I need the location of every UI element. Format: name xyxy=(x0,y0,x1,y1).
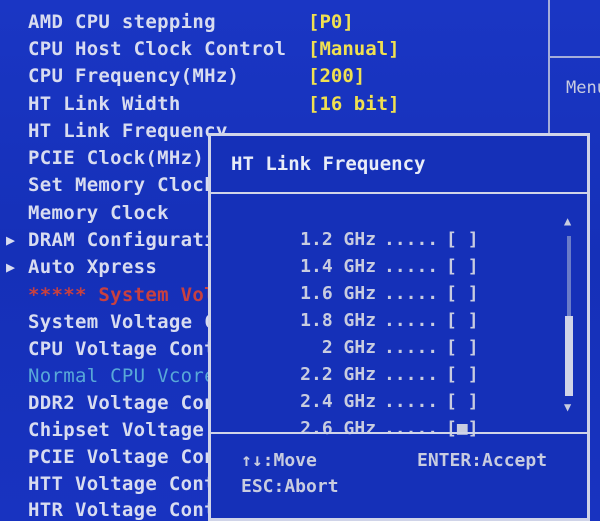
menu-item-set-memory-clock[interactable]: Set Memory Clock xyxy=(28,174,216,196)
menu-item-label: DRAM Configuratio xyxy=(28,229,228,251)
menu-item-htt-voltage-control[interactable]: HTT Voltage Contr xyxy=(28,473,228,495)
menu-item-auto-xpress[interactable]: ▶ Auto Xpress xyxy=(6,256,158,278)
menu-item-label: CPU Voltage Contr xyxy=(28,338,228,360)
popup-scrollbar[interactable]: ▲ ▼ xyxy=(561,214,579,414)
menu-item-label: HTT Voltage Contr xyxy=(28,473,228,495)
menu-item-label: HT Link Frequency xyxy=(28,120,228,142)
menu-item-cpu-voltage-control[interactable]: CPU Voltage Contr xyxy=(28,338,228,360)
menu-item-cpu-frequency[interactable]: CPU Frequency(MHz) xyxy=(28,65,239,87)
section-header-label: ***** System Volt xyxy=(28,284,228,306)
value-cpu-host-clock-control[interactable]: [Manual] xyxy=(308,38,400,60)
menu-item-cpu-host-clock-control[interactable]: CPU Host Clock Control xyxy=(28,38,286,60)
popup-title-separator xyxy=(211,192,587,194)
ht-link-frequency-popup: HT Link Frequency 1.2 GHz.....[ ] 1.4 GH… xyxy=(208,133,590,521)
menu-item-label: PCIE Voltage Cont xyxy=(28,446,228,468)
menu-item-label: Memory Clock xyxy=(28,202,169,224)
menu-item-chipset-voltage-control[interactable]: Chipset Voltage C xyxy=(28,419,228,441)
submenu-arrow-icon: ▶ xyxy=(6,231,16,249)
menu-item-label: AMD CPU stepping xyxy=(28,11,216,33)
menu-item-label: Chipset Voltage C xyxy=(28,419,228,441)
menu-item-dram-configuration[interactable]: ▶ DRAM Configuratio xyxy=(6,229,228,251)
menu-item-pcie-clock[interactable]: PCIE Clock(MHz) xyxy=(28,147,204,169)
menu-item-label: Set Memory Clock xyxy=(28,174,216,196)
menu-item-htr-voltage-control[interactable]: HTR Voltage Contr xyxy=(28,499,228,521)
hint-accept: ENTER:Accept xyxy=(417,450,548,471)
menu-item-label: PCIE Clock(MHz) xyxy=(28,147,205,169)
section-header-system-voltage: ***** System Volt xyxy=(28,284,228,306)
menu-item-label: HTR Voltage Contr xyxy=(28,499,228,521)
scroll-thumb[interactable] xyxy=(565,316,573,396)
value-ht-link-width[interactable]: [16 bit] xyxy=(308,93,400,115)
menu-item-label: CPU Host Clock Control xyxy=(28,38,287,60)
option-checkbox-selected[interactable]: [■] xyxy=(446,418,479,440)
menu-item-label: DDR2 Voltage Cont xyxy=(28,392,228,414)
menu-item-system-voltage-control[interactable]: System Voltage Co xyxy=(28,311,228,333)
help-panel-separator xyxy=(550,56,600,58)
menu-item-label: Auto Xpress xyxy=(28,256,158,278)
menu-item-normal-cpu-vcore: Normal CPU Vcore xyxy=(28,365,216,387)
menu-item-memory-clock[interactable]: Memory Clock xyxy=(28,202,169,224)
menu-item-amd-cpu-stepping[interactable]: AMD CPU stepping xyxy=(28,11,216,33)
submenu-arrow-icon: ▶ xyxy=(6,258,16,276)
menu-item-label: HT Link Width xyxy=(28,93,181,115)
popup-title: HT Link Frequency xyxy=(231,153,426,175)
menu-item-label: CPU Frequency(MHz) xyxy=(28,65,240,87)
option-frequency: 2.6 GHz xyxy=(300,418,377,439)
bios-screen: AMD CPU stepping [P0] CPU Host Clock Con… xyxy=(0,0,600,521)
scroll-down-arrow-icon[interactable]: ▼ xyxy=(564,400,571,414)
option-dots: ..... xyxy=(383,418,439,439)
menu-item-ht-link-frequency[interactable]: HT Link Frequency xyxy=(28,120,228,142)
menu-item-pcie-voltage-control[interactable]: PCIE Voltage Cont xyxy=(28,446,228,468)
menu-item-ht-link-width[interactable]: HT Link Width xyxy=(28,93,181,115)
menu-item-label: Normal CPU Vcore xyxy=(28,365,216,387)
hint-move: ↑↓:Move xyxy=(241,450,317,471)
value-cpu-frequency[interactable]: [200] xyxy=(308,65,365,87)
help-panel-menu-label: Menu xyxy=(566,78,600,98)
hint-abort: ESC:Abort xyxy=(241,476,339,497)
scroll-up-arrow-icon[interactable]: ▲ xyxy=(564,214,571,228)
popup-hint-separator xyxy=(211,432,587,434)
value-amd-cpu-stepping[interactable]: [P0] xyxy=(308,11,354,33)
menu-item-ddr2-voltage-control[interactable]: DDR2 Voltage Cont xyxy=(28,392,228,414)
menu-item-label: System Voltage Co xyxy=(28,311,228,333)
